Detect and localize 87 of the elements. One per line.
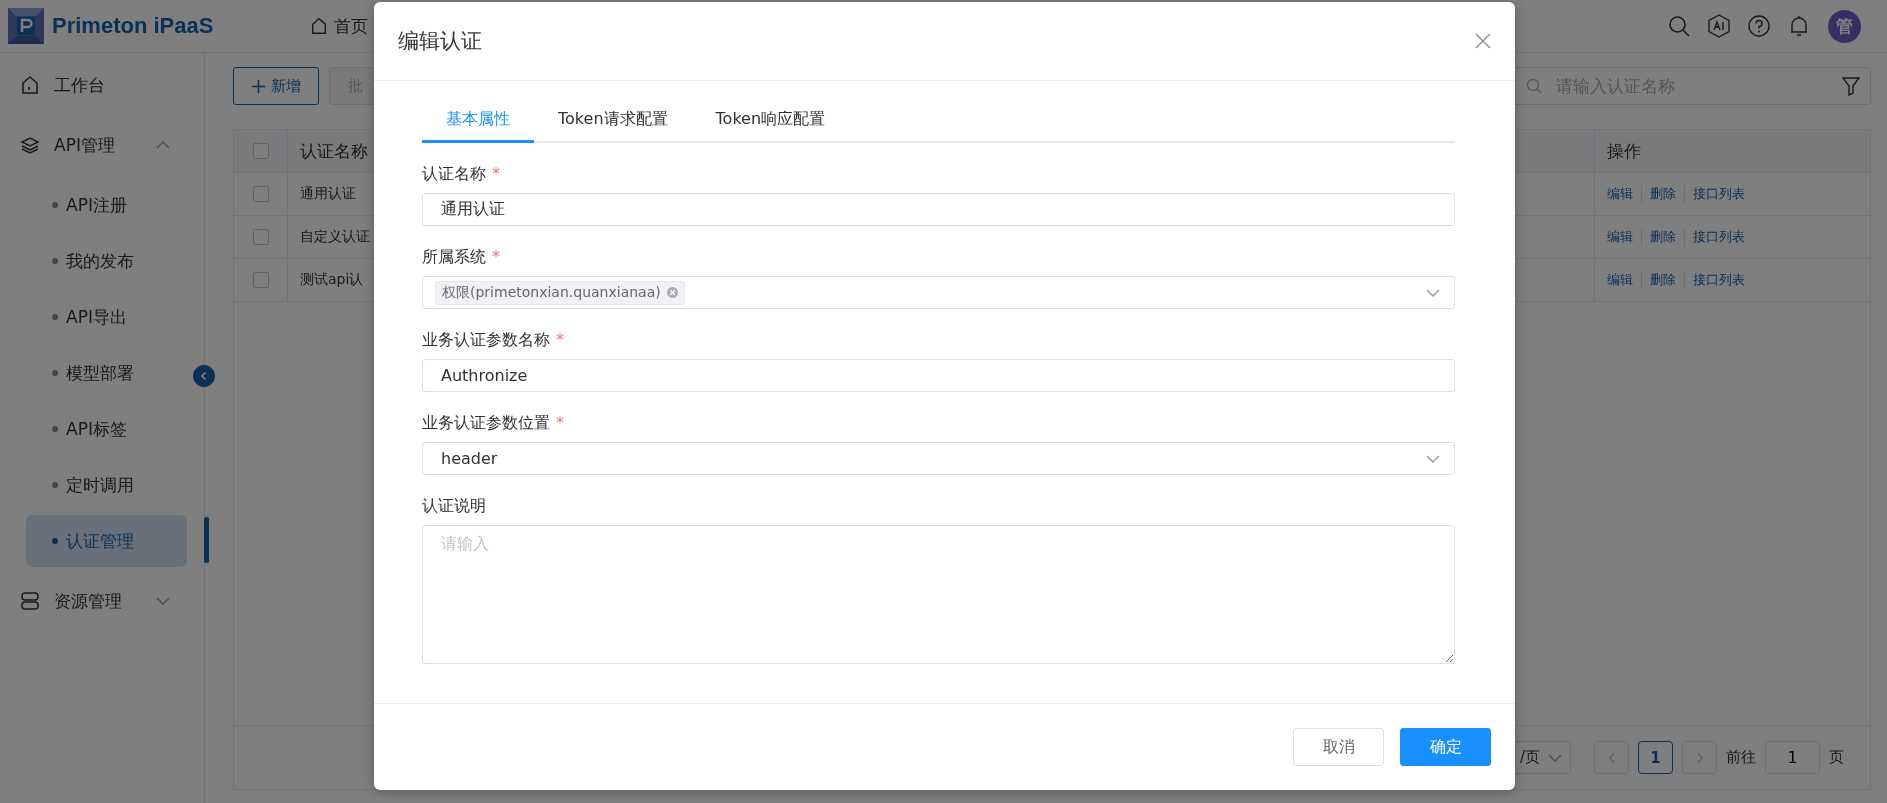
- sidebar-item-background[interactable]: API导出: [26, 291, 187, 343]
- select-field[interactable]: header: [422, 442, 1455, 475]
- sidebar-item[interactable]: 资源管理: [0, 571, 204, 631]
- sidebar-item-label: 认证管理: [66, 529, 134, 553]
- tab[interactable]: Token响应配置: [691, 99, 850, 143]
- filter-icon[interactable]: [1842, 76, 1860, 96]
- action-link[interactable]: 编辑: [1607, 228, 1641, 246]
- search-icon[interactable]: [1668, 15, 1690, 37]
- dialog-title: 编辑认证: [398, 28, 482, 55]
- input-field[interactable]: Authronize: [422, 359, 1455, 392]
- chevron-left-icon: [199, 371, 209, 381]
- plus-icon: [251, 79, 265, 93]
- cancel-button[interactable]: 取消: [1293, 728, 1384, 766]
- remove-icon[interactable]: [666, 287, 678, 298]
- sidebar-item[interactable]: 工作台: [0, 55, 204, 115]
- table-cell: 自定义认证: [300, 228, 370, 246]
- tag-label: 权限(primetonxian.quanxianaa): [442, 283, 661, 302]
- field-label: 业务认证参数位置: [422, 413, 550, 432]
- server-icon: [20, 592, 40, 610]
- field-label: 认证说明: [422, 496, 486, 515]
- chevron-right-icon: [1695, 751, 1704, 764]
- home-icon: [20, 75, 40, 95]
- description-field[interactable]: 请输入: [422, 525, 1455, 664]
- column-header: 认证名称: [300, 139, 368, 163]
- sidebar-item-background[interactable]: 模型部署: [26, 347, 187, 399]
- checkbox[interactable]: [252, 143, 269, 159]
- active-indicator: [204, 517, 209, 563]
- home-icon: [310, 17, 328, 35]
- table-cell: 测试api认: [300, 271, 364, 289]
- field-label: 业务认证参数名称: [422, 330, 550, 349]
- bell-icon[interactable]: [1788, 14, 1810, 38]
- action-link[interactable]: 删除: [1641, 271, 1684, 289]
- page-button[interactable]: 1: [1638, 741, 1673, 774]
- action-link[interactable]: 删除: [1641, 185, 1684, 203]
- page-input[interactable]: 1: [1765, 741, 1820, 774]
- sidebar-item-background[interactable]: 定时调用: [26, 459, 187, 511]
- checkbox[interactable]: [252, 272, 269, 288]
- sidebar-item-label: 模型部署: [66, 361, 134, 385]
- checkbox[interactable]: [252, 229, 269, 245]
- sidebar-item-label: API注册: [66, 193, 127, 217]
- user-avatar[interactable]: 管: [1828, 9, 1861, 43]
- chevron-left-icon: [1607, 751, 1616, 764]
- chevron-down-icon: [1426, 288, 1440, 297]
- chevron-up-icon: [156, 141, 170, 149]
- brand-name: Primeton iPaaS: [52, 13, 215, 39]
- input-field[interactable]: 通用认证: [422, 193, 1455, 226]
- required-mark: *: [492, 164, 500, 183]
- tab[interactable]: 基本属性: [422, 99, 534, 143]
- tab[interactable]: Token请求配置: [534, 99, 692, 143]
- action-link[interactable]: 接口列表: [1684, 185, 1753, 203]
- sidebar-item-label: API导出: [66, 305, 127, 329]
- required-mark: *: [556, 413, 564, 432]
- action-link[interactable]: 删除: [1641, 228, 1684, 246]
- add-button[interactable]: 新增: [233, 67, 319, 105]
- goto-label: 前往: [1726, 748, 1756, 767]
- chevron-down-icon: [156, 597, 170, 605]
- column-header: 操作: [1607, 139, 1641, 163]
- search-icon: [1526, 78, 1542, 94]
- page-suffix: 页: [1829, 748, 1844, 767]
- chevron-down-icon: [1426, 454, 1440, 463]
- required-mark: *: [492, 247, 500, 266]
- nav-tab[interactable]: 首页: [310, 14, 368, 38]
- action-link[interactable]: 编辑: [1607, 271, 1641, 289]
- sidebar-item-label: API标签: [66, 417, 127, 441]
- layers-icon: [20, 136, 40, 154]
- field-label: 所属系统: [422, 247, 486, 266]
- field-label: 认证名称: [422, 164, 486, 183]
- sidebar-item-label: 定时调用: [66, 473, 134, 497]
- action-link[interactable]: 编辑: [1607, 185, 1641, 203]
- sidebar-item[interactable]: API管理: [0, 115, 204, 175]
- logo-icon: [8, 8, 44, 44]
- select-field[interactable]: 权限(primetonxian.quanxianaa): [422, 276, 1455, 309]
- table-cell: 通用认证: [300, 185, 356, 203]
- sidebar-item-background[interactable]: 我的发布: [26, 235, 187, 287]
- required-mark: *: [556, 330, 564, 349]
- action-link[interactable]: 接口列表: [1684, 271, 1753, 289]
- sidebar-item-background[interactable]: API标签: [26, 403, 187, 455]
- confirm-button[interactable]: 确定: [1400, 728, 1491, 766]
- checkbox[interactable]: [252, 186, 269, 202]
- sidebar-item-background[interactable]: API注册: [26, 179, 187, 231]
- action-link[interactable]: 接口列表: [1684, 228, 1753, 246]
- close-icon[interactable]: [1475, 33, 1491, 49]
- chevron-down-icon: [1548, 753, 1562, 762]
- ai-hexagon-icon[interactable]: [1708, 14, 1730, 38]
- help-icon[interactable]: [1748, 15, 1770, 37]
- collapse-button[interactable]: [193, 365, 215, 387]
- sidebar-item-label: 我的发布: [66, 249, 134, 273]
